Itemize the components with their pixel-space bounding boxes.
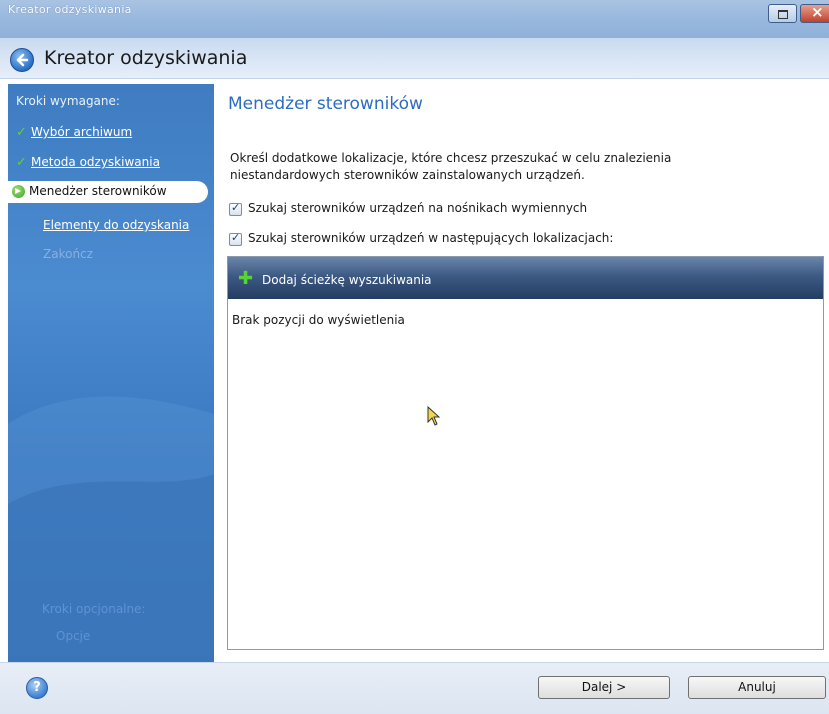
back-arrow-icon[interactable]: [10, 48, 34, 72]
required-steps-heading: Kroki wymagane:: [16, 94, 120, 108]
sidebar-item-archive[interactable]: ✓ Wybór archiwum: [8, 122, 214, 144]
next-button[interactable]: Dalej >: [538, 676, 670, 699]
checkbox-label: Szukaj sterowników urządzeń w następując…: [248, 231, 614, 245]
check-icon: ✓: [16, 125, 27, 140]
sidebar-item-label: Wybór archiwum: [31, 125, 133, 139]
wizard-title: Kreator odzyskiwania: [44, 47, 248, 69]
sidebar-item-label: Zakończ: [43, 247, 93, 261]
search-paths-list[interactable]: ✚ Dodaj ścieżkę wyszukiwania Brak pozycj…: [227, 256, 824, 650]
checkbox-label: Szukaj sterowników urządzeń na nośnikach…: [248, 201, 588, 215]
wizard-footer: ? Dalej > Anuluj: [0, 662, 829, 714]
description-text: Określ dodatkowe lokalizacje, które chce…: [230, 151, 672, 182]
sidebar-wave-decoration: [8, 396, 214, 662]
window-title: Kreator odzyskiwania: [8, 3, 132, 16]
sidebar-item-label: Elementy do odzyskania: [43, 218, 190, 232]
optional-steps-heading: Kroki opcjonalne:: [42, 602, 146, 616]
restore-button[interactable]: [768, 4, 797, 23]
checkbox-checked[interactable]: [229, 201, 242, 216]
empty-list-message: Brak pozycji do wyświetlenia: [232, 313, 405, 327]
sidebar-item-options: Opcje: [56, 629, 91, 643]
list-toolbar: ✚ Dodaj ścieżkę wyszukiwania: [228, 257, 823, 299]
wizard-header: Kreator odzyskiwania: [0, 38, 829, 79]
sidebar-item-label: Metoda odzyskiwania: [31, 155, 160, 169]
page-title: Menedżer sterowników: [228, 94, 423, 114]
check-icon: ✓: [16, 155, 27, 170]
mouse-cursor-icon: [427, 406, 441, 426]
sidebar-item-method[interactable]: ✓ Metoda odzyskiwania: [8, 152, 214, 174]
sidebar-item-label: Menedżer sterowników: [29, 184, 167, 198]
close-button[interactable]: [800, 3, 829, 23]
sidebar-item-finish: Zakończ: [8, 244, 214, 266]
plus-icon: ✚: [238, 268, 254, 289]
title-bar: Kreator odzyskiwania: [0, 0, 829, 38]
add-search-path-label: Dodaj ścieżkę wyszukiwania: [262, 273, 432, 287]
main-panel: Menedżer sterowników Określ dodatkowe lo…: [214, 84, 829, 662]
arrow-right-icon: [12, 185, 25, 198]
sidebar-item-items-to-recover[interactable]: Elementy do odzyskania: [8, 215, 214, 237]
steps-sidebar: Kroki wymagane: ✓ Wybór archiwum ✓ Metod…: [8, 84, 214, 662]
sidebar-item-driver-manager[interactable]: Menedżer sterowników: [8, 181, 208, 203]
checkbox-checked[interactable]: [229, 231, 242, 246]
help-icon[interactable]: ?: [26, 677, 48, 699]
cancel-button[interactable]: Anuluj: [688, 676, 826, 699]
